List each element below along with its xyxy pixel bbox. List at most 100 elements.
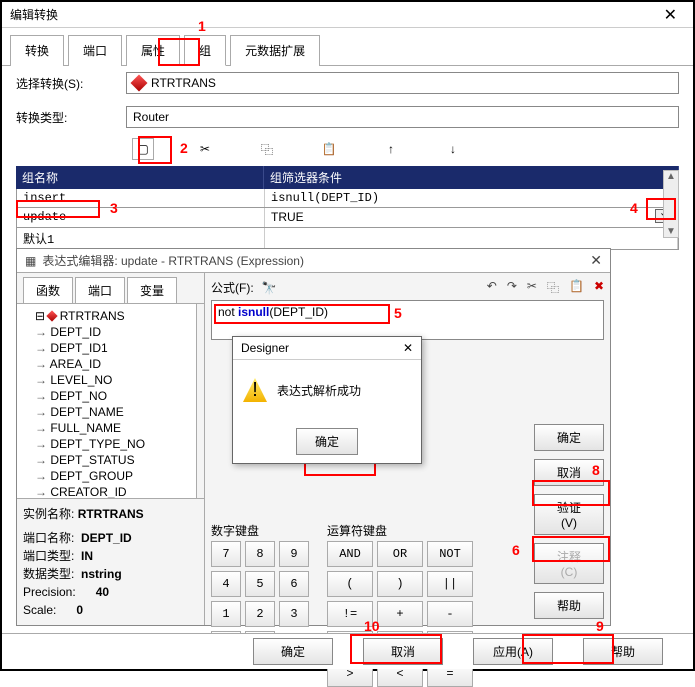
key-7[interactable]: 7 bbox=[211, 541, 241, 567]
group-toolbar: ▢ ✂ ⿻ 📋 ↑ ↓ bbox=[2, 134, 693, 164]
port-tree[interactable]: RTRTRANS DEPT_ID DEPT_ID1 AREA_ID LEVEL_… bbox=[17, 304, 197, 498]
annotation-2: 2 bbox=[180, 140, 188, 156]
tree-item[interactable]: AREA_ID bbox=[21, 356, 192, 372]
key-concat[interactable]: || bbox=[427, 571, 473, 597]
bottom-bar: 确定 取消 应用(A) 帮助 bbox=[2, 633, 693, 669]
dialog-ok-button[interactable]: 确定 bbox=[296, 428, 358, 455]
key-5[interactable]: 5 bbox=[245, 571, 275, 597]
key-1[interactable]: 1 bbox=[211, 601, 241, 627]
close-icon[interactable]: ✕ bbox=[656, 5, 685, 25]
transform-type-field: Router bbox=[126, 106, 679, 128]
key-or[interactable]: OR bbox=[377, 541, 423, 567]
tab-transform[interactable]: 转换 bbox=[10, 35, 64, 66]
copy-icon[interactable]: ⿻ bbox=[547, 279, 559, 296]
key-plus[interactable]: + bbox=[377, 601, 423, 627]
tree-item[interactable]: DEPT_ID1 bbox=[21, 340, 192, 356]
col-filter-cond: 组筛选器条件 bbox=[264, 166, 679, 189]
warning-icon: ! bbox=[243, 378, 267, 402]
dialog-close-icon[interactable]: ✕ bbox=[403, 341, 413, 355]
cell-cond: TRUE ↘ bbox=[265, 208, 678, 227]
cell-name: 默认1 bbox=[17, 228, 265, 249]
editor-close-icon[interactable]: ✕ bbox=[590, 252, 602, 269]
dialog-title: Designer bbox=[241, 341, 289, 355]
dialog-message: 表达式解析成功 bbox=[277, 382, 361, 399]
tree-item[interactable]: CREATOR_ID bbox=[21, 484, 192, 498]
tree-item[interactable]: DEPT_NO bbox=[21, 388, 192, 404]
table-scrollbar[interactable] bbox=[663, 170, 679, 238]
transform-type-value: Router bbox=[133, 110, 169, 124]
tab-groups[interactable]: 组 bbox=[184, 35, 226, 66]
cell-cond: isnull(DEPT_ID) bbox=[265, 189, 678, 207]
tree-item[interactable]: LEVEL_NO bbox=[21, 372, 192, 388]
delete-icon[interactable]: ✖ bbox=[594, 279, 604, 296]
window-titlebar: 编辑转换 ✕ bbox=[2, 2, 693, 28]
tree-item[interactable]: DEPT_ID bbox=[21, 324, 192, 340]
binoculars-icon[interactable]: 🔭 bbox=[262, 281, 277, 295]
tab-metadata[interactable]: 元数据扩展 bbox=[230, 35, 320, 66]
help-button[interactable]: 帮助 bbox=[583, 638, 663, 665]
key-not[interactable]: NOT bbox=[427, 541, 473, 567]
tab-ports[interactable]: 端口 bbox=[68, 35, 122, 66]
tree-item[interactable]: DEPT_TYPE_NO bbox=[21, 436, 192, 452]
editor-icon: ▦ bbox=[25, 254, 36, 268]
window-title: 编辑转换 bbox=[10, 6, 58, 23]
key-4[interactable]: 4 bbox=[211, 571, 241, 597]
annotation-10: 10 bbox=[364, 618, 380, 634]
tree-item[interactable]: DEPT_NAME bbox=[21, 404, 192, 420]
tree-root[interactable]: RTRTRANS bbox=[60, 309, 125, 323]
main-tabs: 转换 端口 属性 组 元数据扩展 bbox=[2, 28, 693, 66]
editor-title: 表达式编辑器: update - RTRTRANS (Expression) bbox=[42, 252, 304, 269]
key-3[interactable]: 3 bbox=[279, 601, 309, 627]
key-2[interactable]: 2 bbox=[245, 601, 275, 627]
formula-input[interactable]: not isnull(DEPT_ID) bbox=[211, 300, 604, 340]
formula-label: 公式(F): bbox=[211, 279, 254, 296]
table-row[interactable]: 默认1 bbox=[16, 228, 679, 250]
copy-icon[interactable]: ⿻ bbox=[256, 138, 278, 160]
key-lparen[interactable]: ( bbox=[327, 571, 373, 597]
new-group-icon[interactable]: ▢ bbox=[132, 138, 154, 160]
cut-icon[interactable]: ✂ bbox=[527, 279, 537, 296]
up-icon[interactable]: ↑ bbox=[380, 138, 402, 160]
down-icon[interactable]: ↓ bbox=[442, 138, 464, 160]
select-transform-field[interactable]: RTRTRANS bbox=[126, 72, 679, 94]
subtab-ports[interactable]: 端口 bbox=[75, 277, 125, 303]
tree-item[interactable]: DEPT_GROUP bbox=[21, 468, 192, 484]
annotation-6: 6 bbox=[512, 542, 520, 558]
redo-icon[interactable]: ↷ bbox=[507, 279, 517, 296]
apply-button[interactable]: 应用(A) bbox=[473, 638, 553, 665]
annotation-1: 1 bbox=[198, 18, 206, 34]
subtab-functions[interactable]: 函数 bbox=[23, 277, 73, 303]
cancel-button[interactable]: 取消 bbox=[363, 638, 443, 665]
cell-name: update bbox=[17, 208, 265, 227]
editor-help-button[interactable]: 帮助 bbox=[534, 592, 604, 619]
tree-item[interactable]: DEPT_STATUS bbox=[21, 452, 192, 468]
parse-success-dialog: Designer ✕ ! 表达式解析成功 确定 bbox=[232, 336, 422, 464]
tree-item[interactable]: FULL_NAME bbox=[21, 420, 192, 436]
key-8[interactable]: 8 bbox=[245, 541, 275, 567]
col-group-name: 组名称 bbox=[16, 166, 264, 189]
paste-icon[interactable]: 📋 bbox=[318, 138, 340, 160]
cut-icon[interactable]: ✂ bbox=[194, 138, 216, 160]
paste-icon[interactable]: 📋 bbox=[569, 279, 584, 296]
ok-button[interactable]: 确定 bbox=[253, 638, 333, 665]
transform-type-label: 转换类型: bbox=[16, 109, 116, 126]
key-minus[interactable]: - bbox=[427, 601, 473, 627]
editor-validate-button[interactable]: 验证(V) bbox=[534, 494, 604, 535]
key-rparen[interactable]: ) bbox=[377, 571, 423, 597]
cell-name: insert bbox=[17, 189, 265, 207]
key-9[interactable]: 9 bbox=[279, 541, 309, 567]
annotation-8: 8 bbox=[592, 462, 600, 478]
subtab-vars[interactable]: 变量 bbox=[127, 277, 177, 303]
editor-comment-button: 注释(C) bbox=[534, 543, 604, 584]
tab-props[interactable]: 属性 bbox=[126, 35, 180, 66]
undo-icon[interactable]: ↶ bbox=[487, 279, 497, 296]
port-info: 实例名称: RTRTRANS 端口名称: DEPT_ID 端口类型: IN 数据… bbox=[17, 498, 204, 625]
key-and[interactable]: AND bbox=[327, 541, 373, 567]
transform-icon bbox=[131, 75, 148, 92]
annotation-4: 4 bbox=[630, 200, 638, 216]
key-6[interactable]: 6 bbox=[279, 571, 309, 597]
cell-cond bbox=[265, 228, 678, 249]
annotation-9: 9 bbox=[596, 618, 604, 634]
annotation-5: 5 bbox=[394, 305, 402, 321]
editor-ok-button[interactable]: 确定 bbox=[534, 424, 604, 451]
